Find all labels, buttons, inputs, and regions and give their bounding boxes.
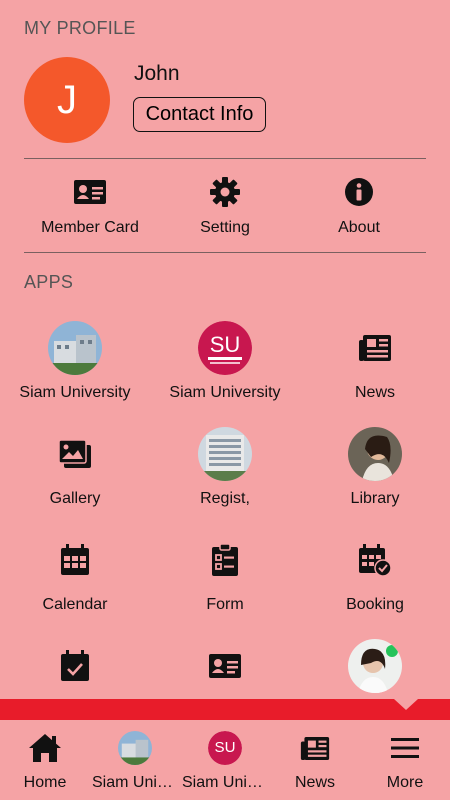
avatar-initial: J [57, 77, 77, 122]
nav-more[interactable]: More [360, 730, 450, 792]
nav-siam-university-campus[interactable]: Siam University [90, 730, 180, 792]
tab-indicator-bar [0, 699, 450, 720]
setting-button[interactable]: Setting [150, 172, 300, 237]
about-label: About [338, 219, 380, 236]
app-regist[interactable]: Regist, [150, 426, 300, 508]
building-photo-icon [198, 427, 252, 481]
images-icon [0, 426, 150, 482]
id-card-icon [15, 172, 165, 212]
app-calendar[interactable]: Calendar [0, 532, 150, 614]
bottom-navigation: Home Siam University SU Siam University … [0, 720, 450, 800]
app-news[interactable]: News [300, 320, 450, 402]
id-card-icon [150, 638, 300, 694]
gear-icon [150, 172, 300, 212]
app-label: Regist, [200, 490, 250, 507]
app-siam-university-logo[interactable]: SU Siam University [150, 320, 300, 402]
svg-text:SU: SU [210, 332, 241, 357]
nav-label: Siam University [182, 774, 270, 791]
member-card-button[interactable]: Member Card [15, 172, 165, 237]
campus-photo-icon [118, 731, 152, 765]
newspaper-icon [300, 320, 450, 376]
menu-icon [360, 730, 450, 766]
app-label: Calendar [42, 596, 108, 613]
library-photo-icon [348, 427, 402, 481]
app-tile[interactable] [150, 638, 300, 702]
avatar[interactable]: J [24, 57, 110, 143]
setting-label: Setting [200, 219, 250, 236]
app-library[interactable]: Library [300, 426, 450, 508]
su-logo-icon: SU [198, 321, 252, 375]
app-label: Form [206, 596, 244, 613]
app-tile[interactable] [300, 638, 450, 702]
nav-label: Siam University [92, 774, 180, 791]
app-label: Library [350, 490, 400, 507]
clipboard-icon [150, 532, 300, 588]
nav-news[interactable]: News [270, 730, 360, 792]
app-label: Gallery [49, 490, 101, 507]
calendar-check-icon [300, 532, 450, 588]
su-logo-icon: SU [208, 731, 242, 765]
info-icon [284, 172, 434, 212]
app-booking[interactable]: Booking [300, 532, 450, 614]
app-siam-university-campus[interactable]: Siam University [0, 320, 150, 402]
app-label: Siam University [169, 384, 281, 401]
home-icon [0, 730, 90, 766]
app-gallery[interactable]: Gallery [0, 426, 150, 508]
campus-photo-icon [48, 321, 102, 375]
apps-section-title: APPS [24, 272, 74, 292]
divider [24, 252, 426, 253]
about-button[interactable]: About [284, 172, 434, 237]
user-name: John [134, 62, 180, 85]
divider [24, 158, 426, 159]
app-label: Siam University [19, 384, 131, 401]
contact-photo-icon [348, 639, 402, 693]
contact-info-button[interactable]: Contact Info [133, 97, 266, 132]
profile-section-title: MY PROFILE [24, 18, 136, 38]
nav-label: Home [23, 774, 67, 791]
app-form[interactable]: Form [150, 532, 300, 614]
nav-siam-university-logo[interactable]: SU Siam University [180, 730, 270, 792]
nav-label: More [386, 774, 424, 791]
newspaper-icon [270, 730, 360, 766]
app-tile[interactable] [0, 638, 150, 702]
nav-label: News [294, 774, 335, 791]
calendar-icon [0, 532, 150, 588]
active-tab-notch [394, 699, 418, 710]
app-label: Booking [346, 596, 404, 613]
nav-home[interactable]: Home [0, 730, 90, 792]
calendar-check-icon [0, 638, 150, 694]
app-label: News [354, 384, 395, 401]
svg-text:SU: SU [215, 739, 236, 756]
member-card-label: Member Card [41, 219, 139, 236]
